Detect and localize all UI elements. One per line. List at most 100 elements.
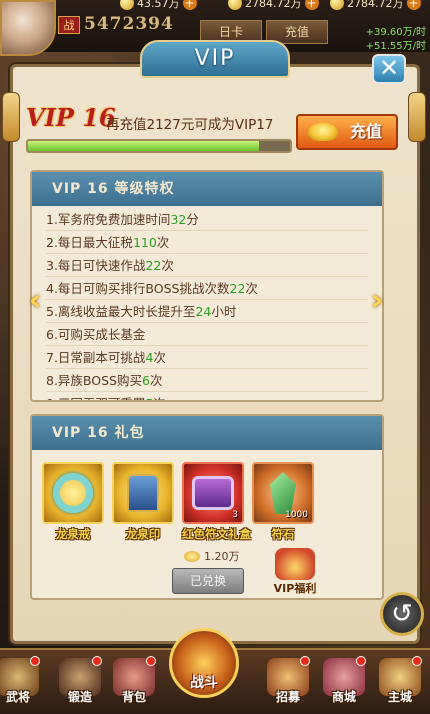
nav-generals-label: 武将 [5,690,30,704]
gift-item[interactable]: 1000 符石 [252,462,314,542]
privilege-item: 5.离线收益最大时长提升至24小时 [46,300,368,323]
treasure-bowl-icon [275,548,315,580]
add-gold-button[interactable]: + [182,0,197,10]
gift-slot: 1000 [252,462,314,524]
privilege-value: 24 [195,304,212,319]
silver-coin-icon [330,0,344,10]
resource-food: 2784.72万 + [228,0,319,12]
privilege-value: 22 [145,258,162,273]
notification-dot [30,656,40,666]
gift-name: 龙泉戒 [55,527,91,541]
notification-dot [412,656,422,666]
gift-name: 符石 [271,527,295,541]
resource-silver-value: 2784.72万 [347,0,404,10]
gift-heading: VIP 16 礼包 [32,416,382,450]
privilege-text: 3.每日可快速作战 [46,258,146,273]
privilege-text: 8.异族BOSS购买 [46,373,142,388]
notification-dot [356,656,366,666]
privilege-item: 9.三国无双可重置5次 [46,392,368,400]
recharge-button-label: 充值 [349,122,382,141]
vip-progress-bar [26,139,292,153]
gift-item[interactable]: 3 红色符文礼盒 [182,462,251,542]
privilege-text: 2.每日最大征税 [46,235,133,250]
gift-slot [112,462,174,524]
nav-forge-label: 锻造 [67,690,92,704]
income-stats: +39.60万/时 +51.55万/时 [366,26,426,54]
vip-progress-fill [28,141,259,151]
gift-items: 龙泉戒 龙泉印 3 红色符文礼盒 1000 符石 [32,450,382,542]
privilege-unit: 次 [156,235,170,250]
ring-icon [53,473,93,513]
notification-dot [300,656,310,666]
privilege-heading: VIP 16 等级特权 [32,172,382,206]
privilege-item: 7.日常副本可挑战4次 [46,346,368,369]
gift-item[interactable]: 龙泉戒 [42,462,104,542]
privilege-item: 6.可购买成长基金 [46,323,368,346]
nav-bag-label: 背包 [121,690,146,704]
vip-welfare-label: VIP福利 [273,582,317,595]
left-lantern-icon [2,92,20,142]
player-avatar[interactable] [0,0,56,56]
privilege-text: 9.三国无双可重置 [46,396,145,400]
resource-gold-value: 43.57万 [137,0,180,10]
gift-price-value: 1.20万 [204,550,240,563]
gem-icon [270,472,296,514]
privilege-unit: 次 [245,281,258,296]
nav-bag[interactable]: 背包 [108,656,160,705]
vip-welfare-button[interactable]: VIP福利 [264,548,326,596]
nav-forge[interactable]: 锻造 [54,656,106,705]
nav-shop[interactable]: 商城 [318,656,370,705]
privilege-item: 8.异族BOSS购买6次 [46,369,368,392]
privilege-text: 4.每日可购买排行BOSS挑战次数 [46,281,230,296]
nav-city[interactable]: 主城 [374,656,426,705]
privilege-unit: 次 [153,396,166,400]
battle-button[interactable]: 战斗 [168,628,240,712]
notification-dot [146,656,156,666]
next-level-arrow-icon[interactable]: › [366,284,388,318]
privilege-value: 6 [142,373,150,388]
privilege-unit: 次 [153,350,166,365]
privilege-text: 5.离线收益最大时长提升至 [46,304,196,319]
exchanged-button[interactable]: 已兑换 [172,568,244,594]
privilege-unit: 次 [161,258,174,273]
privilege-text: 6.可购买成长基金 [46,327,146,342]
combat-power-value: 5472394 [84,14,174,34]
privilege-value: 22 [229,281,246,296]
privilege-list[interactable]: 1.军务府免费加速时间32分 2.每日最大征税110次 3.每日可快速作战22次 4.… [32,206,382,400]
close-button[interactable]: ✕ [372,54,406,84]
add-silver-button[interactable]: + [406,0,421,10]
privilege-unit: 分 [186,212,199,227]
gift-count: 3 [232,510,238,520]
gold-coin-icon [120,0,134,10]
privilege-unit: 次 [149,373,163,388]
resource-gold: 43.57万 + [120,0,197,12]
nav-city-label: 主城 [387,690,412,704]
power-tag: 战 [58,16,80,34]
nav-generals[interactable]: 武将 [0,656,44,705]
nav-recruit[interactable]: 招募 [262,656,314,705]
privilege-value: 32 [170,212,187,227]
vip-level-label: VIP 16 [26,103,116,132]
gold-ingot-icon [308,123,338,141]
battle-label: 战斗 [190,675,218,691]
recharge-button[interactable]: 充值 [296,114,398,150]
gift-item[interactable]: 龙泉印 [112,462,174,542]
privilege-unit: 小时 [211,304,237,319]
gift-name: 龙泉印 [125,527,161,541]
prev-level-arrow-icon[interactable]: ‹ [24,284,46,318]
privilege-section: VIP 16 等级特权 1.军务府免费加速时间32分 2.每日最大征税110次 3.… [30,170,384,402]
privilege-item: 4.每日可购买排行BOSS挑战次数22次 [46,277,368,300]
gift-slot: 3 [182,462,244,524]
nav-shop-label: 商城 [331,690,356,704]
income-stat-1: +39.60万/时 [365,27,426,38]
add-food-button[interactable]: + [304,0,319,10]
privilege-item: 2.每日最大征税110次 [46,231,368,254]
seal-icon [127,474,159,512]
resource-silver: 2784.72万 + [330,0,421,12]
right-lantern-icon [408,92,426,142]
nav-recruit-label: 招募 [275,690,300,704]
chest-icon [192,476,234,510]
back-button[interactable]: ↺ [380,592,424,636]
privilege-text: 7.日常副本可挑战 [46,350,146,365]
privilege-item: 1.军务府免费加速时间32分 [46,208,368,231]
